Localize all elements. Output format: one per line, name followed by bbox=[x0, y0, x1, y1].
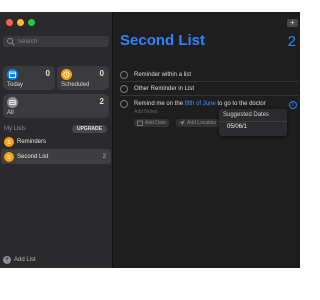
search-input[interactable] bbox=[16, 38, 108, 45]
list-bullet-icon bbox=[4, 151, 14, 162]
tray-icon bbox=[7, 97, 18, 108]
detected-date-highlight[interactable]: fifth of June bbox=[185, 101, 216, 107]
today-label: Today bbox=[7, 82, 24, 88]
reminder-title-input[interactable]: Remind me on the fifth of June to go to … bbox=[134, 101, 266, 107]
add-date-button[interactable]: Add Date bbox=[134, 119, 169, 127]
reminder-row[interactable]: Reminder within a list bbox=[120, 68, 298, 82]
page-title: Second List bbox=[120, 32, 206, 49]
divider bbox=[219, 121, 287, 122]
calendar-icon bbox=[7, 69, 18, 80]
smart-list-today[interactable]: 0 Today bbox=[3, 66, 55, 90]
plus-icon: + bbox=[3, 256, 11, 264]
sidebar-item-second-list[interactable]: Second List 2 bbox=[1, 149, 111, 164]
sidebar-item-reminders[interactable]: Reminders bbox=[1, 134, 111, 149]
calendar-icon bbox=[137, 120, 143, 126]
clock-icon bbox=[61, 69, 72, 80]
reminder-title-suffix: to go to the doctor bbox=[215, 100, 266, 107]
reminder-row[interactable]: Other Reminder in List bbox=[120, 82, 298, 96]
location-arrow-icon bbox=[179, 120, 185, 126]
all-label: All bbox=[7, 110, 14, 116]
suggested-dates-title: Suggested Dates bbox=[223, 112, 270, 118]
sidebar-item-count: 2 bbox=[102, 153, 106, 160]
add-location-button[interactable]: Add Location bbox=[176, 119, 220, 127]
scheduled-label: Scheduled bbox=[61, 82, 90, 88]
info-icon[interactable]: i bbox=[289, 101, 297, 109]
list-count: 2 bbox=[287, 33, 296, 50]
add-date-label: Add Date bbox=[145, 120, 166, 126]
reminder-title[interactable]: Reminder within a list bbox=[134, 72, 191, 78]
close-window-button[interactable] bbox=[6, 19, 13, 26]
maximize-window-button[interactable] bbox=[28, 19, 35, 26]
sidebar-item-label: Second List bbox=[17, 153, 49, 160]
smart-list-all[interactable]: 2 All bbox=[3, 94, 109, 118]
app-window: 0 Today 0 Scheduled 2 All My Lists UPGRA… bbox=[0, 12, 300, 268]
complete-checkbox[interactable] bbox=[120, 70, 128, 79]
add-list-button[interactable]: + Add List bbox=[3, 256, 36, 264]
reminder-title-prefix: Remind me on the bbox=[134, 100, 185, 107]
sidebar-item-label: Reminders bbox=[17, 138, 47, 145]
smart-list-scheduled[interactable]: 0 Scheduled bbox=[57, 66, 109, 90]
upgrade-button[interactable]: UPGRADE bbox=[71, 125, 107, 133]
suggested-date-option[interactable]: 05/06/1 bbox=[227, 124, 247, 130]
add-list-label: Add List bbox=[14, 257, 36, 263]
complete-checkbox[interactable] bbox=[120, 84, 128, 93]
reminder-title[interactable]: Other Reminder in List bbox=[134, 86, 194, 92]
sidebar: 0 Today 0 Scheduled 2 All My Lists UPGRA… bbox=[0, 12, 113, 268]
main-panel: + Second List 2 Reminder within a list O… bbox=[113, 12, 300, 268]
window-controls bbox=[6, 19, 35, 26]
all-count: 2 bbox=[99, 97, 104, 106]
today-count: 0 bbox=[45, 69, 50, 78]
scheduled-count: 0 bbox=[99, 69, 104, 78]
minimize-window-button[interactable] bbox=[17, 19, 24, 26]
complete-checkbox[interactable] bbox=[120, 99, 128, 108]
suggested-dates-popup: Suggested Dates 05/06/1 bbox=[219, 109, 287, 136]
search-icon bbox=[7, 37, 15, 46]
add-reminder-button[interactable]: + bbox=[287, 19, 298, 27]
notes-field[interactable]: Add Notes bbox=[134, 109, 157, 115]
list-bullet-icon bbox=[4, 136, 14, 147]
search-box[interactable] bbox=[3, 36, 109, 47]
my-lists-heading: My Lists bbox=[4, 126, 27, 132]
add-location-label: Add Location bbox=[187, 120, 217, 126]
